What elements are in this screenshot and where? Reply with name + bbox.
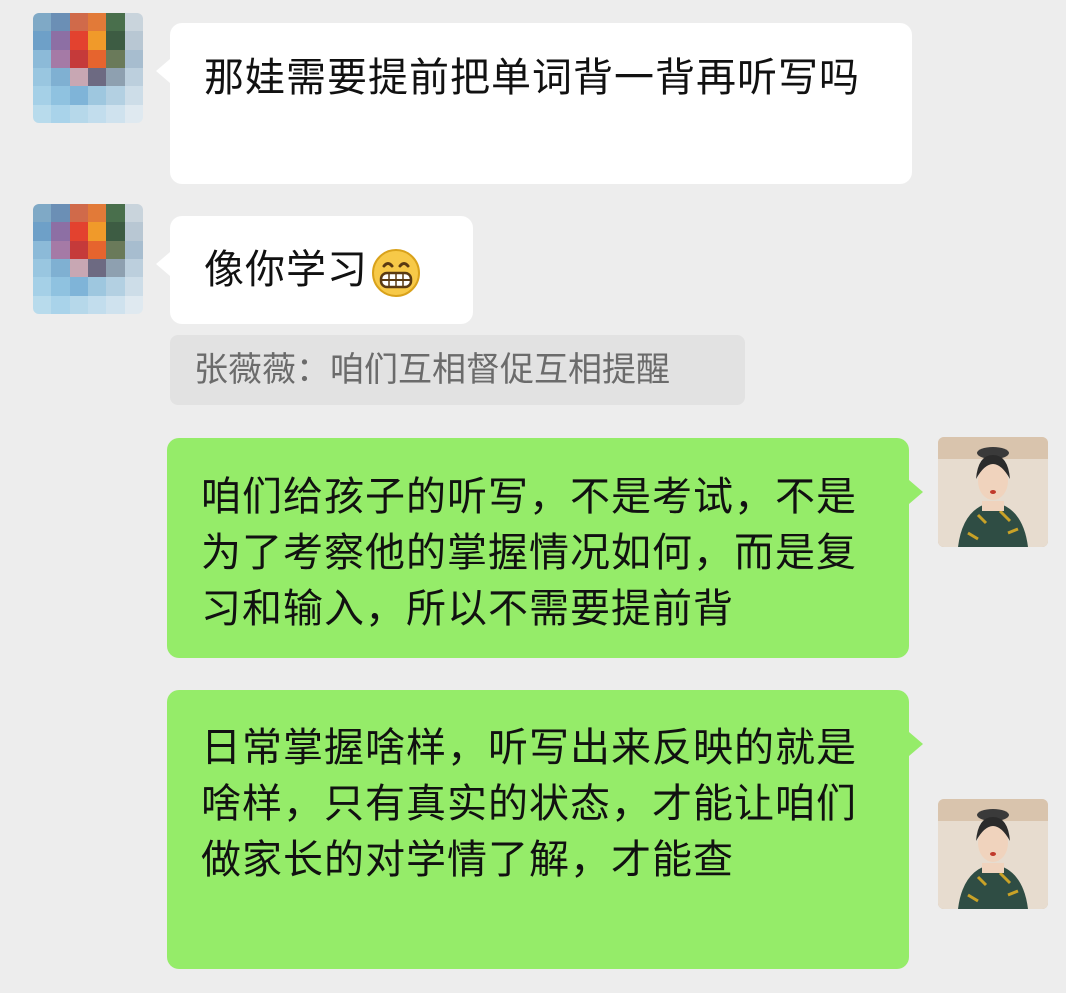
message-text: 咱们给孩子的听写，不是考试，不是为了考察他的掌握情况如何，而是复习和输入，所以不…: [201, 474, 857, 632]
person-avatar-icon: [938, 799, 1048, 909]
message-text: 日常掌握啥样，听写出来反映的就是啥样，只有真实的状态，才能让咱们做家长的对学情了…: [201, 725, 857, 883]
self-avatar[interactable]: [938, 437, 1048, 547]
incoming-message-bubble[interactable]: 像你学习: [156, 216, 473, 324]
quoted-reply[interactable]: 张薇薇：咱们互相督促互相提醒: [170, 335, 745, 405]
message-text: 那娃需要提前把单词背一背再听写吗: [204, 55, 860, 101]
outgoing-message-bubble[interactable]: 日常掌握啥样，听写出来反映的就是啥样，只有真实的状态，才能让咱们做家长的对学情了…: [167, 690, 923, 969]
sender-avatar-pixelated[interactable]: [33, 204, 143, 314]
outgoing-message-bubble[interactable]: 咱们给孩子的听写，不是考试，不是为了考察他的掌握情况如何，而是复习和输入，所以不…: [167, 438, 923, 658]
grinning-face-icon: [372, 249, 420, 297]
quoted-reply-text: 张薇薇：咱们互相督促互相提醒: [194, 350, 670, 390]
message-text: 像你学习: [204, 247, 368, 293]
incoming-message-bubble[interactable]: 那娃需要提前把单词背一背再听写吗: [156, 23, 912, 184]
person-avatar-icon: [938, 437, 1048, 547]
sender-avatar-pixelated[interactable]: [33, 13, 143, 123]
self-avatar[interactable]: [938, 799, 1048, 909]
